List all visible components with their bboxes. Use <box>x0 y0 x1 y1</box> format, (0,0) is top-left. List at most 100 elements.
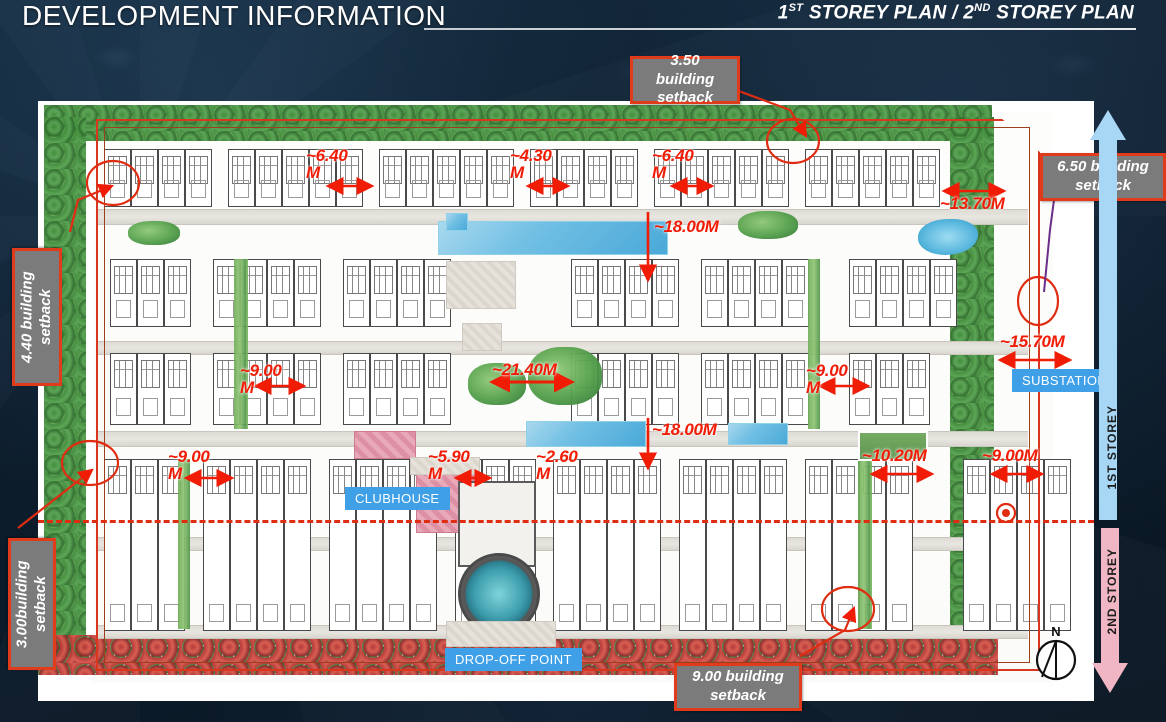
house-unit <box>164 353 191 425</box>
house-unit <box>990 459 1017 631</box>
house-unit <box>424 353 451 425</box>
house-unit <box>607 459 634 631</box>
pool-deck-feature <box>446 213 468 231</box>
house-row-north <box>104 149 940 207</box>
house-unit <box>164 259 191 327</box>
house-unit <box>294 353 321 425</box>
house-unit <box>832 149 859 207</box>
house-unit <box>755 353 782 425</box>
swimming-pool <box>438 221 668 255</box>
house-unit <box>708 149 735 207</box>
house-unit <box>203 459 230 631</box>
house-unit <box>284 459 311 631</box>
house-unit <box>343 353 370 425</box>
house-unit <box>137 353 164 425</box>
site-plan-sheet[interactable] <box>38 101 1094 701</box>
plaza-paving-central <box>446 261 516 309</box>
callout-setback-4-40[interactable]: 4.40 building setback <box>12 248 62 386</box>
house-unit <box>1044 459 1071 631</box>
tree-belt-north <box>44 105 992 141</box>
map-label-clubhouse[interactable]: CLUBHOUSE <box>345 487 450 510</box>
house-unit <box>255 149 282 207</box>
green-spine-east <box>808 259 820 429</box>
house-unit <box>343 259 370 327</box>
house-unit <box>728 259 755 327</box>
callout-setback-9-00[interactable]: 9.00 building setback <box>674 663 802 711</box>
house-unit <box>625 353 652 425</box>
header-subtitle-end: STOREY PLAN <box>990 2 1134 24</box>
house-unit <box>397 259 424 327</box>
house-unit <box>282 149 309 207</box>
house-unit <box>963 459 990 631</box>
house-unit <box>460 149 487 207</box>
pool-secondary <box>526 421 646 447</box>
house-unit <box>832 459 859 631</box>
header-subtitle: 1ST STOREY PLAN / 2ND STOREY PLAN <box>778 2 1134 24</box>
house-unit <box>557 149 584 207</box>
second-storey-label: 2ND STOREY <box>1105 548 1119 635</box>
house-unit <box>329 459 356 631</box>
lawn-north-east <box>738 211 798 239</box>
house-unit <box>1017 459 1044 631</box>
page-title: DEVELOPMENT INFORMATION <box>22 0 447 31</box>
callout-setback-3-00[interactable]: 3.00building setback <box>8 538 56 670</box>
lawn-central <box>468 363 526 405</box>
slide-root: DEVELOPMENT INFORMATION 1ST STOREY PLAN … <box>0 0 1166 722</box>
house-unit <box>267 259 294 327</box>
house-unit <box>679 459 706 631</box>
callout-setback-3-50[interactable]: 3.50 building setback <box>630 52 740 106</box>
house-unit <box>913 149 940 207</box>
house-unit <box>104 459 131 631</box>
house-unit <box>158 149 185 207</box>
house-unit <box>336 149 363 207</box>
house-unit <box>735 149 762 207</box>
north-compass-icon: N <box>1035 624 1077 681</box>
house-unit <box>728 353 755 425</box>
map-label-dropoff-point[interactable]: DROP-OFF POINT <box>445 648 582 671</box>
house-unit <box>652 353 679 425</box>
house-unit <box>406 149 433 207</box>
house-unit <box>487 149 514 207</box>
house-unit <box>257 459 284 631</box>
entry-paving <box>446 621 556 647</box>
house-unit <box>611 149 638 207</box>
compass-north-text: N <box>1051 624 1060 639</box>
house-unit <box>110 259 137 327</box>
house-unit <box>701 353 728 425</box>
house-unit <box>782 259 809 327</box>
lawn-central-2 <box>528 347 602 405</box>
header-subtitle-text: 1 <box>777 2 789 24</box>
house-unit <box>876 353 903 425</box>
house-unit <box>397 353 424 425</box>
house-unit <box>131 459 158 631</box>
house-unit <box>131 149 158 207</box>
house-unit <box>379 149 406 207</box>
house-unit <box>110 353 137 425</box>
house-unit <box>228 149 255 207</box>
house-unit <box>903 353 930 425</box>
house-unit <box>230 459 257 631</box>
house-unit <box>876 259 903 327</box>
house-unit <box>309 149 336 207</box>
header-subtitle-sup-nd: ND <box>974 2 991 14</box>
house-unit <box>294 259 321 327</box>
house-unit <box>849 353 876 425</box>
pink-court-area <box>354 431 416 459</box>
house-unit <box>760 459 787 631</box>
house-unit <box>805 149 832 207</box>
house-unit <box>782 353 809 425</box>
house-unit <box>654 149 681 207</box>
house-unit <box>930 259 957 327</box>
header-divider-rule <box>424 28 1136 30</box>
house-unit <box>530 149 557 207</box>
house-unit <box>706 459 733 631</box>
house-unit <box>598 353 625 425</box>
house-unit <box>849 259 876 327</box>
lawn-north-west <box>128 221 180 245</box>
house-unit <box>185 149 212 207</box>
court-paving <box>410 457 480 475</box>
house-unit <box>267 353 294 425</box>
house-unit <box>681 149 708 207</box>
house-unit <box>733 459 760 631</box>
house-unit <box>370 259 397 327</box>
